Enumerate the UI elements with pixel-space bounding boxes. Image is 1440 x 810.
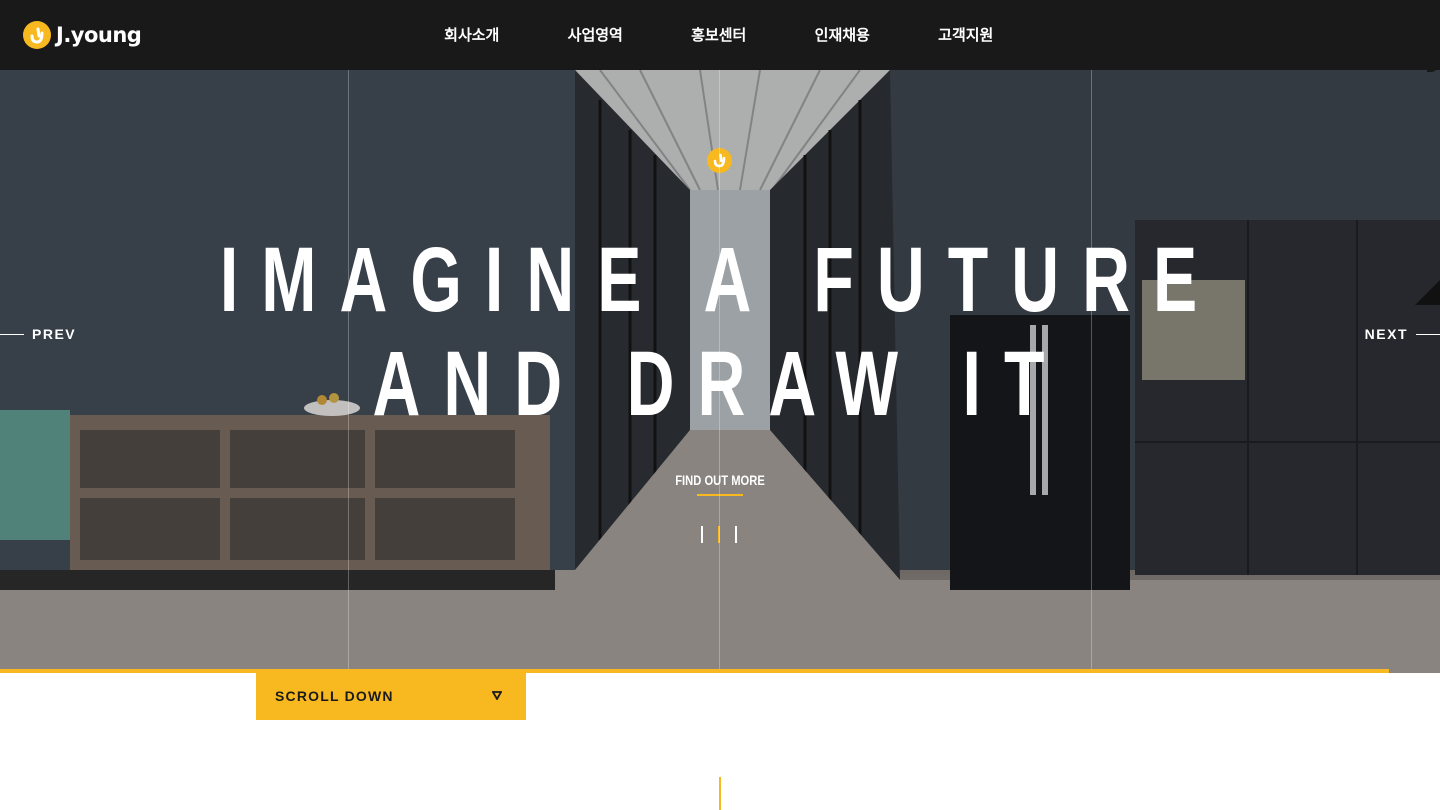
logo-text: J.young [56,23,142,47]
prev-arrow-icon [0,333,24,335]
scroll-down-label: SCROLL DOWN [275,688,394,704]
scrollbar[interactable] [1427,0,1439,72]
slide-indicator-1[interactable] [701,526,703,543]
find-out-more-underline [697,494,743,496]
section-divider [719,777,721,810]
next-slide-button[interactable]: NEXT [1365,326,1440,342]
nav-item-business[interactable]: 사업영역 [534,0,658,70]
nav-item-careers[interactable]: 인재채용 [781,0,905,70]
site-header: J.young 회사소개 사업영역 홍보센터 인재채용 고객지원 [0,0,1440,72]
slide-indicator-3[interactable] [735,526,737,543]
logo[interactable]: J.young [23,21,142,49]
chevron-down-icon [492,691,502,700]
grid-line [1091,70,1092,810]
prev-slide-button[interactable]: PREV [0,326,76,342]
hero-slider: IMAGINE A FUTURE AND DRAW IT FIND OUT MO… [0,70,1440,673]
nav-item-pr-center[interactable]: 홍보센터 [657,0,781,70]
grid-line [719,70,720,810]
hero-headline-line1: IMAGINE A FUTURE [219,229,1221,331]
nav-item-support[interactable]: 고객지원 [904,0,1028,70]
next-label: NEXT [1364,326,1408,342]
nav-item-company[interactable]: 회사소개 [410,0,534,70]
hero-headline-line2: AND DRAW IT [372,333,1068,435]
next-arrow-icon [1416,333,1440,335]
prev-label: PREV [32,326,77,342]
main-nav: 회사소개 사업영역 홍보센터 인재채용 고객지원 [410,0,1028,70]
scroll-down-button[interactable]: SCROLL DOWN [256,673,526,720]
hero-progress-bar [0,669,1389,673]
find-out-more-link[interactable]: FIND OUT MORE [672,472,768,488]
logo-mark-icon [23,21,51,49]
